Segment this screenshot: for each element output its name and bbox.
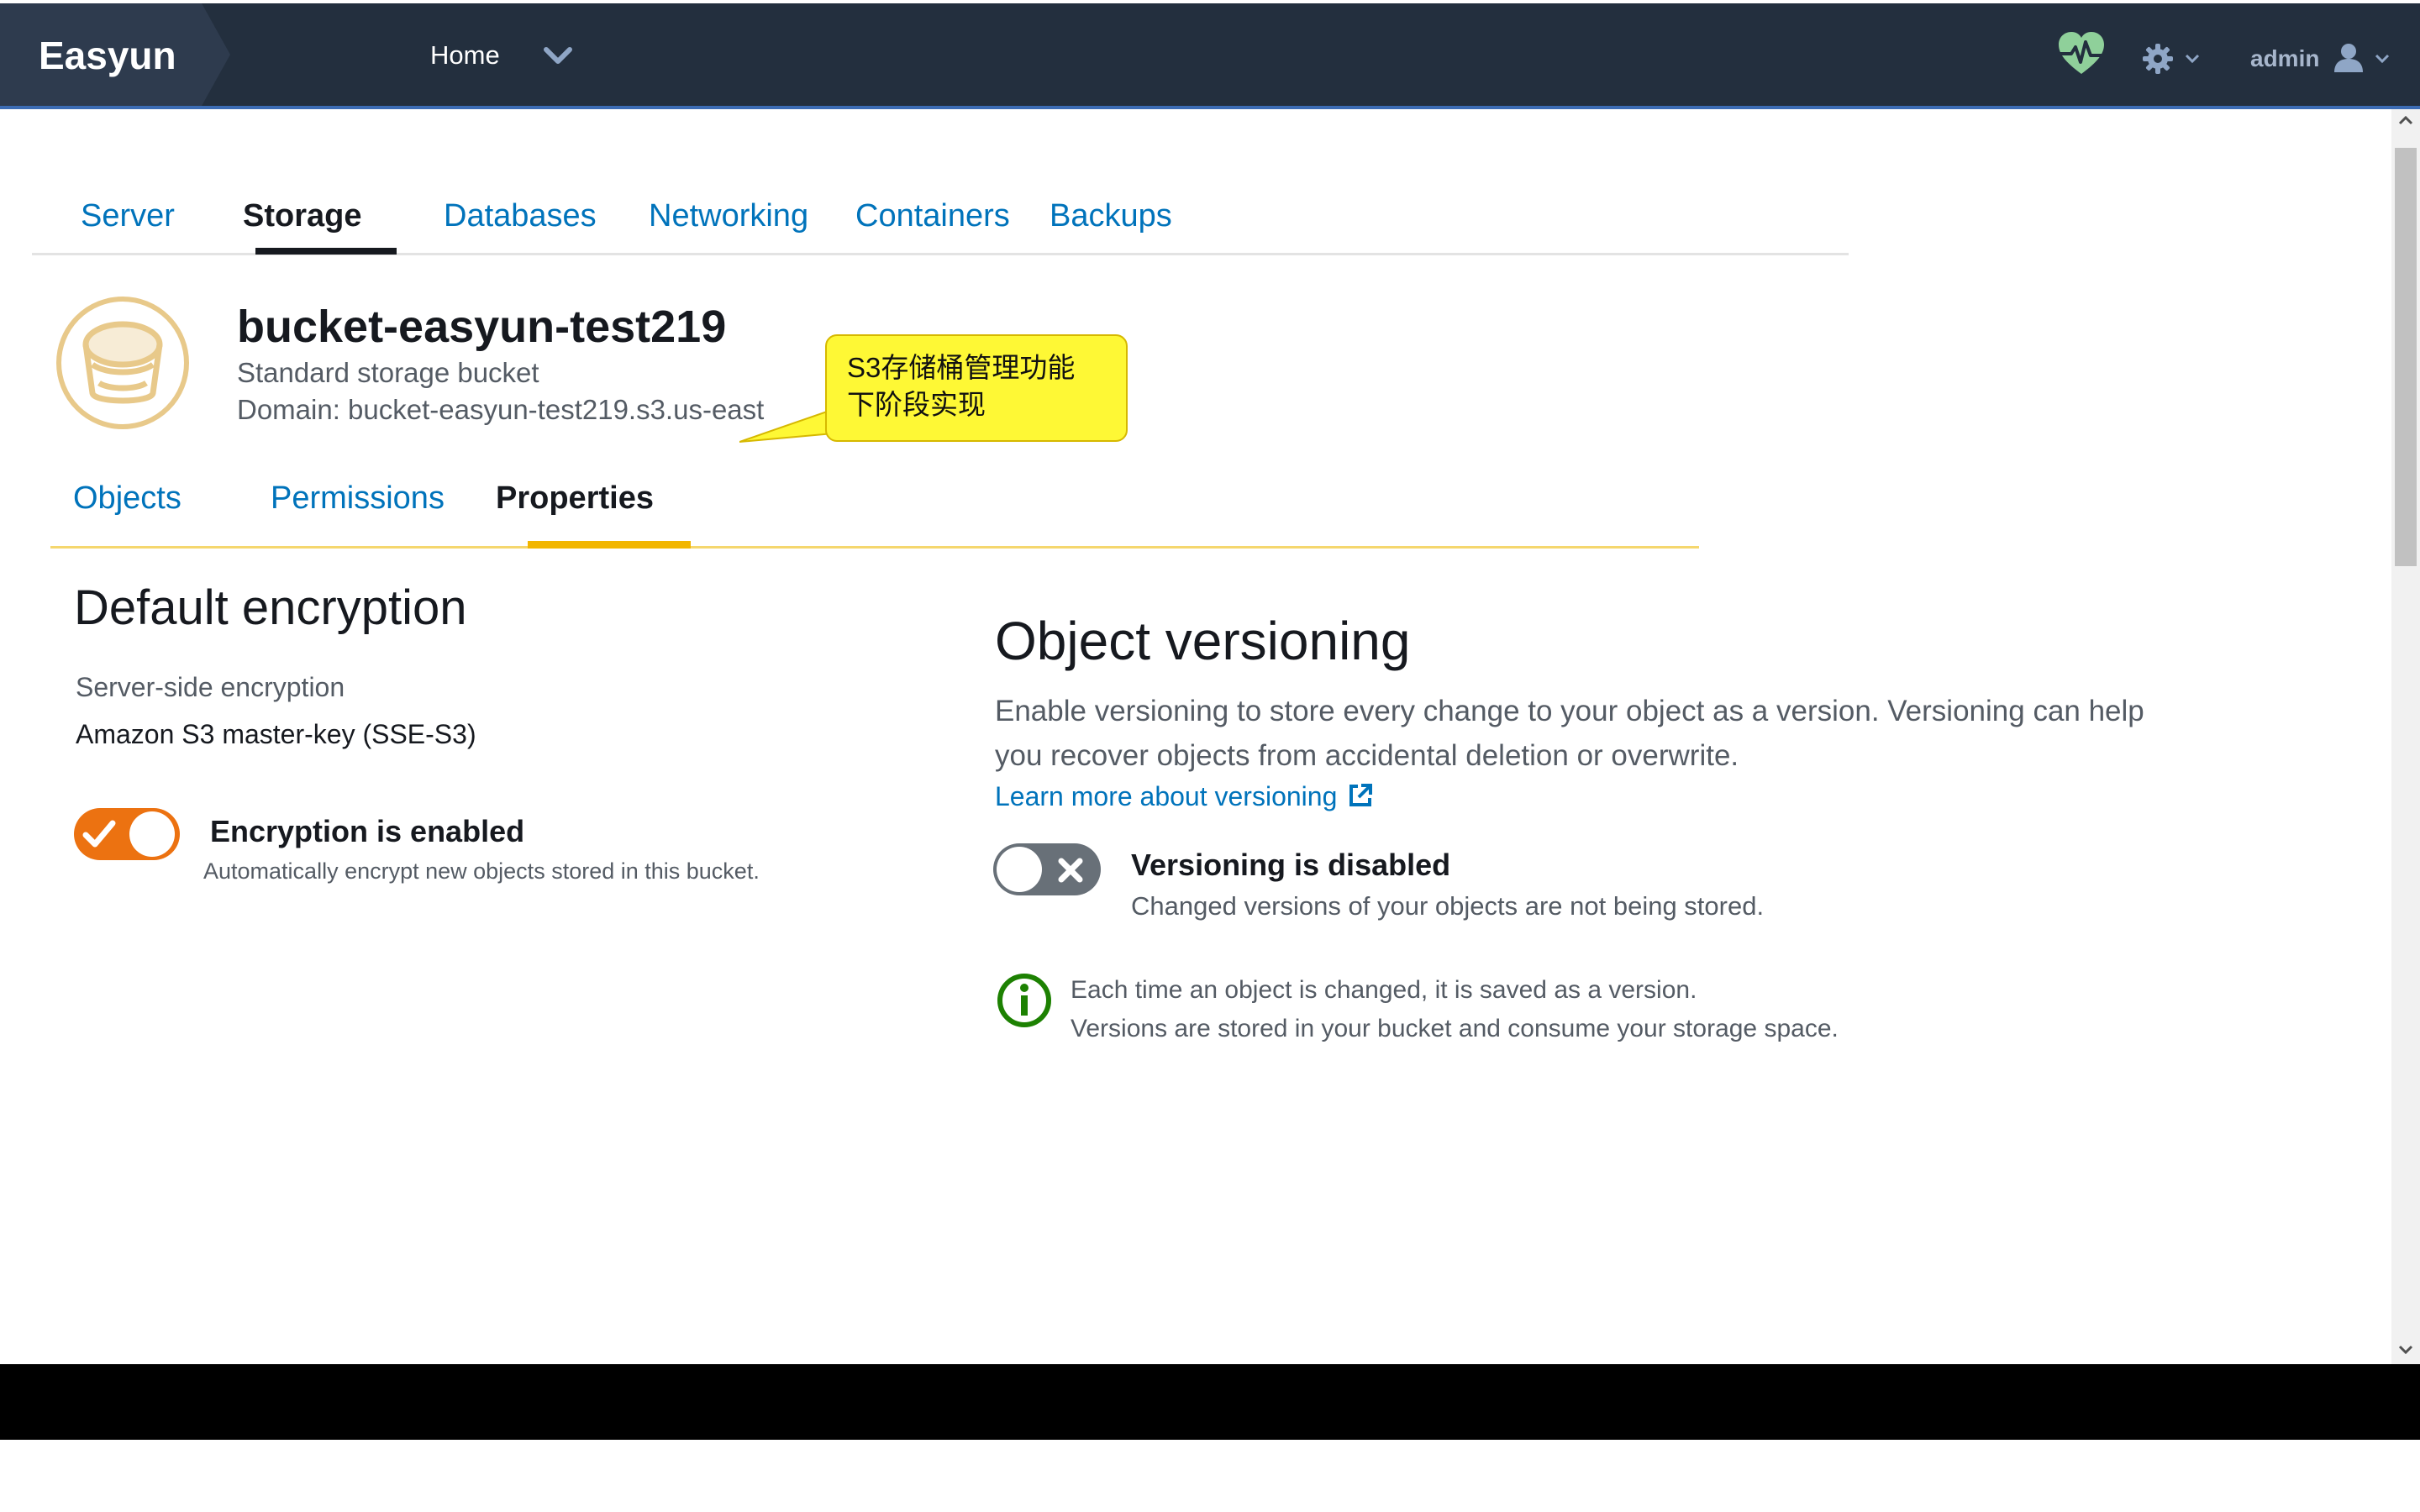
- encryption-title: Default encryption: [74, 580, 467, 635]
- tab-properties[interactable]: Properties: [496, 479, 654, 517]
- chevron-down-icon[interactable]: [2375, 54, 2390, 64]
- close-icon: [1058, 858, 1083, 883]
- bottom-band: [0, 1364, 2420, 1440]
- tab-containers[interactable]: Containers: [855, 197, 1010, 235]
- gear-icon[interactable]: [2141, 42, 2175, 76]
- info-icon: [997, 974, 1051, 1027]
- bucket-type: Standard storage bucket: [237, 357, 539, 388]
- encryption-status: Encryption is enabled: [210, 814, 525, 848]
- tab-permissions[interactable]: Permissions: [271, 479, 445, 517]
- scroll-up-arrow-icon[interactable]: [2397, 114, 2414, 126]
- tab-backups[interactable]: Backups: [1050, 197, 1172, 235]
- callout-line-1: S3存储桶管理功能: [847, 352, 1076, 383]
- bucket-domain: Domain: bucket-easyun-test219.s3.us-east: [237, 394, 765, 425]
- encryption-label: Server-side encryption: [76, 672, 345, 702]
- bucket-name: bucket-easyun-test219: [237, 302, 727, 352]
- tab-server[interactable]: Server: [81, 197, 175, 235]
- top-navbar: Easyun Home admin: [0, 3, 2420, 109]
- health-icon[interactable]: [2057, 30, 2106, 77]
- tab-databases[interactable]: Databases: [444, 197, 597, 235]
- chevron-down-icon[interactable]: [543, 45, 573, 66]
- versioning-status: Versioning is disabled: [1131, 848, 1451, 882]
- chevron-down-icon[interactable]: [2185, 54, 2200, 64]
- scrollbar-thumb[interactable]: [2395, 148, 2417, 566]
- annotation-callout: S3存储桶管理功能 下阶段实现: [825, 334, 1128, 442]
- learn-more-versioning-link[interactable]: Learn more about versioning: [995, 780, 1337, 813]
- active-subtab-indicator: [528, 541, 691, 549]
- nav-home-link[interactable]: Home: [430, 40, 500, 71]
- versioning-status-detail: Changed versions of your objects are not…: [1131, 891, 1765, 921]
- versioning-title: Object versioning: [995, 611, 1411, 671]
- encryption-toggle[interactable]: [74, 808, 180, 860]
- bucket-icon: [56, 297, 189, 429]
- user-name[interactable]: admin: [2250, 45, 2319, 72]
- toggle-knob: [129, 811, 175, 857]
- encryption-value: Amazon S3 master-key (SSE-S3): [76, 719, 476, 749]
- versioning-description: Enable versioning to store every change …: [995, 695, 2144, 772]
- tab-objects[interactable]: Objects: [73, 479, 182, 517]
- brand-arrow: [202, 3, 230, 106]
- versioning-info-line-1: Each time an object is changed, it is sa…: [1071, 976, 1697, 1004]
- callout-text: S3存储桶管理功能 下阶段实现: [847, 349, 1116, 423]
- encryption-description: Automatically encrypt new objects stored…: [203, 858, 760, 884]
- check-icon: [82, 820, 116, 848]
- sub-tabs-divider: [50, 546, 1699, 549]
- active-tab-indicator: [255, 248, 397, 255]
- toggle-knob: [997, 847, 1042, 892]
- brand-logo[interactable]: Easyun: [39, 34, 176, 77]
- versioning-info-line-2: Versions are stored in your bucket and c…: [1071, 1015, 1839, 1042]
- page: Easyun Home admin Server Storage Databas…: [0, 0, 2420, 1512]
- scroll-down-arrow-icon[interactable]: [2397, 1344, 2414, 1356]
- tab-networking[interactable]: Networking: [649, 197, 808, 235]
- user-icon[interactable]: [2333, 42, 2365, 74]
- tab-storage[interactable]: Storage: [243, 197, 361, 235]
- callout-line-2: 下阶段实现: [847, 389, 986, 420]
- versioning-toggle[interactable]: [993, 843, 1101, 895]
- external-link-icon[interactable]: [1348, 783, 1373, 808]
